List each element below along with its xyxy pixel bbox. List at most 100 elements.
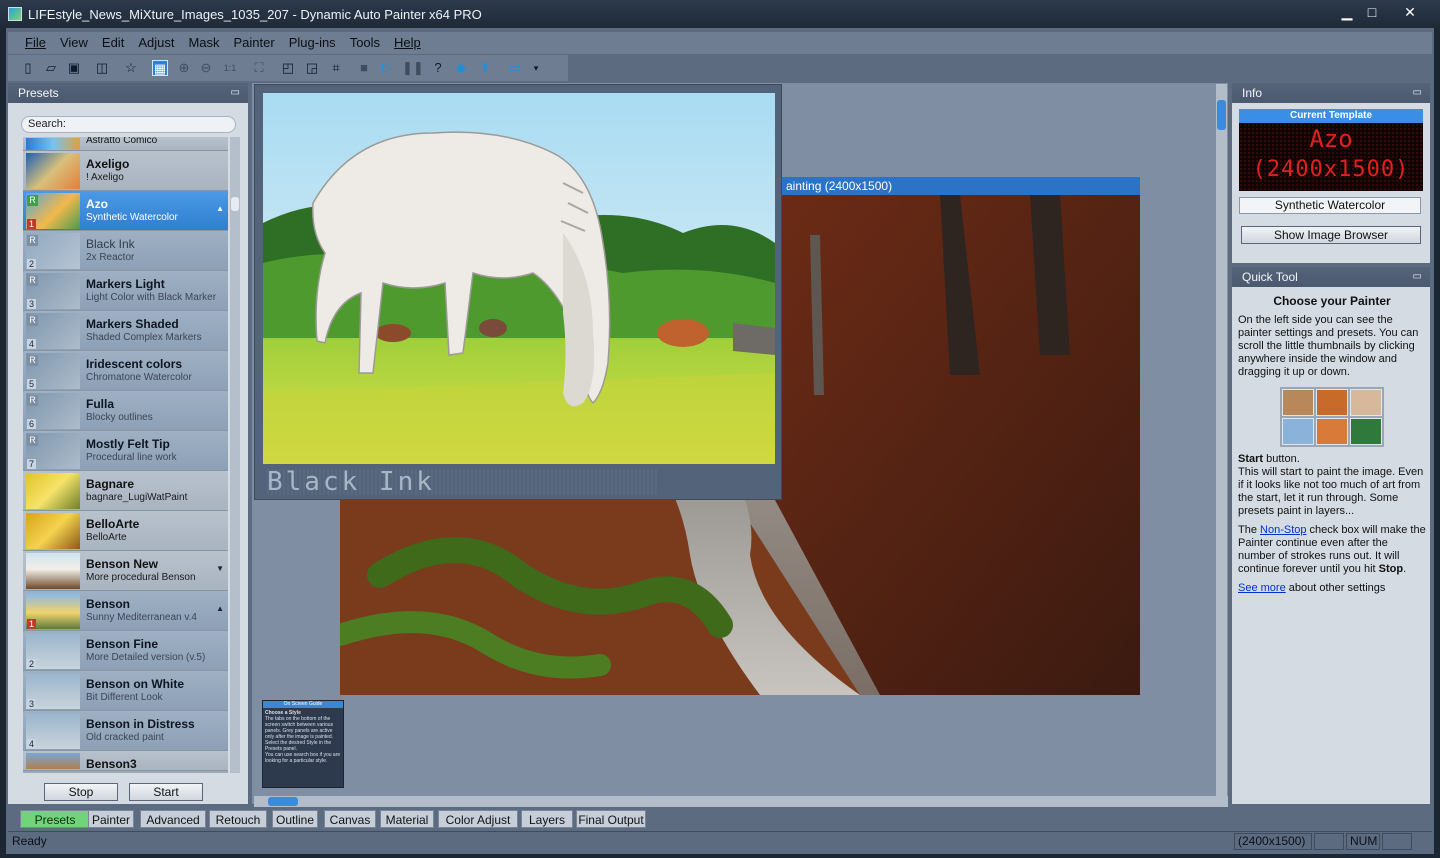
collapse-icon[interactable]: ▲	[216, 204, 224, 213]
tab-painter[interactable]: Painter	[88, 810, 134, 828]
tab-material[interactable]: Material	[380, 810, 434, 828]
menu-adjust[interactable]: Adjust	[131, 32, 181, 54]
see-more-link[interactable]: See more	[1238, 582, 1286, 594]
thumbnail[interactable]	[1350, 418, 1382, 445]
status-image-size: (2400x1500)	[1234, 833, 1312, 850]
help-icon[interactable]: ?	[430, 60, 446, 76]
horizontal-scrollbar[interactable]	[254, 796, 1228, 807]
menu-view[interactable]: View	[53, 32, 95, 54]
preset-label: Black Ink	[267, 469, 657, 495]
tab-presets[interactable]: Presets	[20, 810, 90, 828]
paint-icon[interactable]: ◆	[453, 60, 469, 76]
stop-icon[interactable]: ■	[356, 60, 372, 76]
list-item[interactable]: 4 Benson in Distress Old cracked paint	[23, 711, 228, 751]
preset-name: Black Ink	[86, 237, 135, 251]
menu-mask[interactable]: Mask	[181, 32, 226, 54]
menu-tools[interactable]: Tools	[343, 32, 387, 54]
menu-help[interactable]: Help	[387, 32, 428, 54]
frame-icon[interactable]: ▭	[506, 60, 522, 76]
upload-icon[interactable]: ⬆	[477, 60, 493, 76]
tab-canvas[interactable]: Canvas	[324, 810, 376, 828]
close-button[interactable]: ✕	[1395, 2, 1425, 22]
fit-window-icon[interactable]: ⛶	[251, 60, 267, 76]
list-item[interactable]: 2 Benson Fine More Detailed version (v.5…	[23, 631, 228, 671]
preset-number: 4	[27, 739, 37, 749]
menu-edit[interactable]: Edit	[95, 32, 131, 54]
non-stop-link[interactable]: Non-Stop	[1260, 524, 1306, 536]
list-item[interactable]: R 6 Fulla Blocky outlines	[23, 391, 228, 431]
scrollbar-thumb[interactable]	[1217, 100, 1226, 130]
preset-number: 7	[27, 459, 37, 469]
stop-bold: Stop	[1378, 563, 1404, 575]
layout-1-icon[interactable]: ◰	[280, 60, 296, 76]
thumbnail[interactable]	[1316, 389, 1348, 416]
search-input[interactable]: Search:	[21, 116, 236, 133]
scrollbar-thumb[interactable]	[268, 797, 298, 806]
document-title-bar[interactable]: ainting (2400x1500)	[780, 177, 1140, 195]
list-item[interactable]: 1 Benson Sunny Mediterranean v.4 ▲	[23, 591, 228, 631]
collapse-icon[interactable]: ▲	[216, 604, 224, 613]
tab-final-output[interactable]: Final Output	[576, 810, 646, 828]
scrollbar-thumb[interactable]	[231, 197, 239, 211]
maximize-button[interactable]: □	[1357, 2, 1387, 22]
on-screen-guide[interactable]: On Screen Guide Choose a Style The tabs …	[262, 700, 344, 788]
preset-desc: Shaded Complex Markers	[86, 332, 202, 343]
list-item[interactable]: Benson3	[23, 751, 228, 771]
list-item[interactable]: Astratto Comico	[23, 137, 228, 151]
favorite-star-icon[interactable]: ☆	[123, 60, 139, 76]
start-button[interactable]: Start	[129, 783, 203, 801]
list-item[interactable]: R 4 Markers Shaded Shaded Complex Marker…	[23, 311, 228, 351]
list-item[interactable]: BelloArte BelloArte	[23, 511, 228, 551]
crop-icon[interactable]: ⌗	[328, 60, 344, 76]
preview-window[interactable]: Black Ink	[254, 84, 782, 500]
save-as-icon[interactable]: ◫	[94, 60, 110, 76]
thumbnail[interactable]	[1350, 389, 1382, 416]
overflow-icon[interactable]: ▾	[528, 60, 544, 76]
list-item[interactable]: Bagnare bagnare_LugiWatPaint	[23, 471, 228, 511]
open-folder-icon[interactable]: ▱	[43, 60, 59, 76]
tab-retouch[interactable]: Retouch	[209, 810, 267, 828]
save-icon[interactable]: ▣	[66, 60, 82, 76]
play-icon[interactable]: ▷	[379, 60, 395, 76]
preset-name: Iridescent colors	[86, 357, 183, 371]
vertical-scrollbar[interactable]	[1216, 84, 1227, 796]
list-item[interactable]: R 3 Markers Light Light Color with Black…	[23, 271, 228, 311]
menu-file[interactable]: File	[18, 32, 53, 54]
preset-list[interactable]: Astratto Comico Axeligo ! Axeligo R 1 Az…	[23, 137, 228, 773]
status-num: NUM	[1346, 833, 1380, 850]
zoom-out-icon[interactable]: ⊖	[198, 60, 214, 76]
list-item-selected[interactable]: R 1 Azo Synthetic Watercolor ▲	[23, 191, 228, 231]
show-image-browser-button[interactable]: Show Image Browser	[1241, 226, 1421, 244]
info-panel: Info ▭ Current Template Azo (2400x1500) …	[1232, 83, 1430, 263]
guide-paragraph: Select the desired Style in the Presets …	[265, 740, 332, 752]
expand-icon[interactable]: ▼	[216, 564, 224, 573]
tab-color-adjust[interactable]: Color Adjust	[438, 810, 518, 828]
new-file-icon[interactable]: ▯	[20, 60, 36, 76]
thumbnail[interactable]	[1316, 418, 1348, 445]
image-browser-icon[interactable]: ▦	[152, 60, 168, 76]
stop-button[interactable]: Stop	[44, 783, 118, 801]
zoom-in-icon[interactable]: ⊕	[176, 60, 192, 76]
pin-icon[interactable]: ▭	[1413, 267, 1422, 287]
painter-thumbnails[interactable]	[1280, 387, 1384, 447]
menu-painter[interactable]: Painter	[227, 32, 282, 54]
list-item[interactable]: R 2 Black Ink 2x Reactor	[23, 231, 228, 271]
layout-2-icon[interactable]: ◲	[304, 60, 320, 76]
list-item[interactable]: Axeligo ! Axeligo	[23, 151, 228, 191]
list-item[interactable]: R 5 Iridescent colors Chromatone Waterco…	[23, 351, 228, 391]
menu-plugins[interactable]: Plug-ins	[282, 32, 343, 54]
preset-list-scrollbar[interactable]	[230, 137, 240, 773]
tab-layers[interactable]: Layers	[521, 810, 573, 828]
preset-name: Benson New	[86, 557, 159, 571]
list-item[interactable]: Benson New More procedural Benson ▼	[23, 551, 228, 591]
pin-icon[interactable]: ▭	[1413, 83, 1422, 103]
pause-icon[interactable]: ❚❚	[402, 60, 424, 76]
thumbnail[interactable]	[1282, 418, 1314, 445]
list-item[interactable]: R 7 Mostly Felt Tip Procedural line work	[23, 431, 228, 471]
tab-outline[interactable]: Outline	[272, 810, 318, 828]
tab-advanced[interactable]: Advanced	[140, 810, 206, 828]
actual-size-icon[interactable]: 1:1	[222, 60, 238, 76]
pin-icon[interactable]: ▭	[231, 83, 240, 103]
list-item[interactable]: 3 Benson on White Bit Different Look	[23, 671, 228, 711]
thumbnail[interactable]	[1282, 389, 1314, 416]
